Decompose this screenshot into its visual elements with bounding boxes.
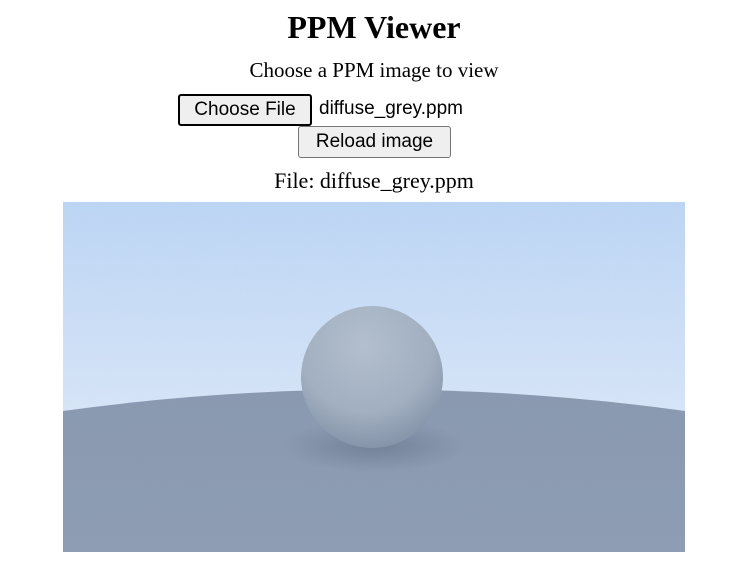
page-title: PPM Viewer [287, 9, 461, 45]
selected-file-name: diffuse_grey.ppm [319, 98, 463, 119]
render-noise-overlay [63, 202, 685, 552]
page-subtitle: Choose a PPM image to view [249, 58, 499, 82]
current-file-label: File: diffuse_grey.ppm [274, 168, 474, 193]
reload-image-button[interactable]: Reload image [298, 126, 451, 158]
rendered-image-canvas [63, 202, 685, 552]
choose-file-button[interactable]: Choose File [178, 94, 312, 126]
